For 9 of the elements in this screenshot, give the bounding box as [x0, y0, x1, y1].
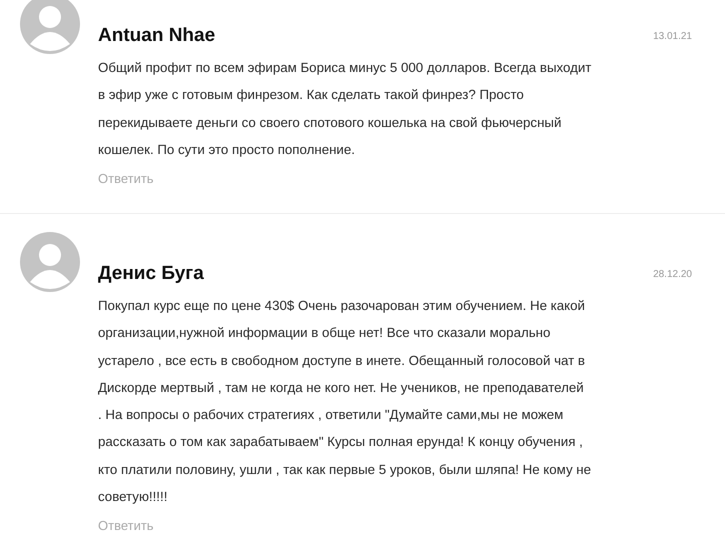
author-name: Antuan Nhae — [98, 25, 216, 47]
avatar-icon — [20, 232, 80, 292]
reply-link[interactable]: Ответить — [98, 518, 154, 534]
reply-link[interactable]: Ответить — [98, 171, 154, 186]
comment-text: Покупал курс еще по цене 430$ Очень разочарован этим обучением. Не какой организации,нужной информации в обще нет! Все что сказали морально устарело , все есть в свободном доступе в инете. Обещанный голосовой чат в Дискорде мертвый , там не когда не кого нет. Не учеников, не преподавателей . На вопросы о рабочих стратегиях , ответили "Думайте сами,мы не можем рассказать о том как зарабатываем" Курсы полная ерунда! К концу обучения , кто платили половину, ушли , так как первые 5 уроков, были шляпа! Не кому не советую!!!!! — [98, 297, 592, 506]
comment-date: 13.01.21 — [653, 30, 692, 42]
comment-text: Общий профит по всем эфирам Бориса минус 5 000 долларов. Всегда выходит в эфир уже с готовым финрезом. Как сделать такой финрез? Просто перекидываете деньги со своего спотового кошелька на свой фьючерсный кошелек. По сути это просто пополнение. — [98, 59, 592, 159]
comment-date: 28.12.20 — [653, 268, 692, 280]
author-name: Денис Буга — [98, 263, 204, 285]
